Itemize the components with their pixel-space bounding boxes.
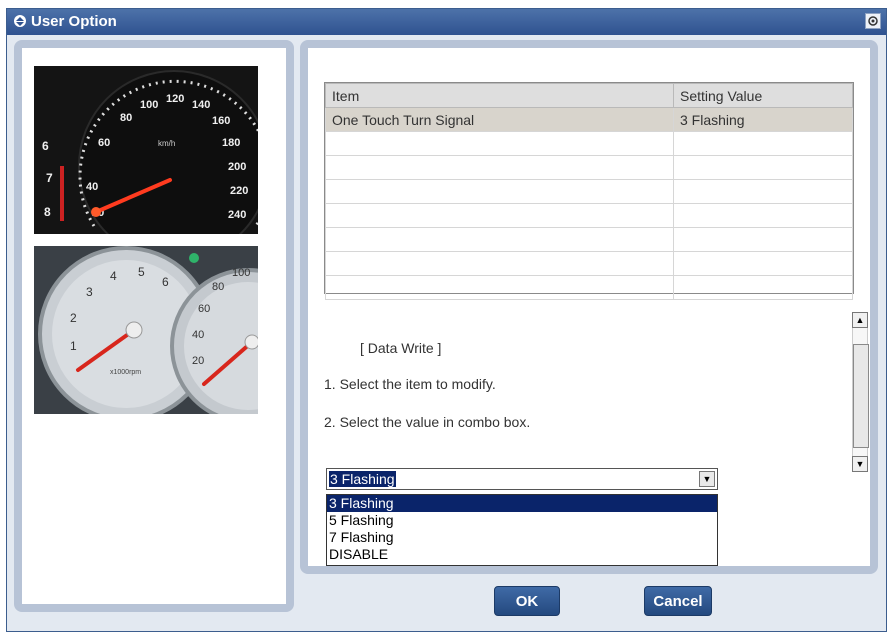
column-header-item[interactable]: Item <box>325 83 674 108</box>
scroll-up-button[interactable]: ▲ <box>852 312 868 328</box>
speedo-tick: 200 <box>228 161 246 173</box>
dropdown-option[interactable]: DISABLE <box>327 546 717 563</box>
table-row[interactable] <box>325 131 853 156</box>
speedo-tick: 160 <box>212 115 230 127</box>
table-cell-value[interactable] <box>673 251 853 276</box>
dropdown-option[interactable]: 5 Flashing <box>327 512 717 529</box>
speedo-tick: 40 <box>86 181 98 193</box>
table-cell-value[interactable] <box>673 155 853 180</box>
arrow-up-icon: ▲ <box>855 315 865 325</box>
tacho2-tick: 1 <box>70 339 77 353</box>
tacho2-tick: 5 <box>138 265 145 279</box>
cancel-button[interactable]: Cancel <box>644 586 712 616</box>
instructions-scrollbar[interactable]: ▲ ▼ <box>852 312 869 472</box>
table-cell-item[interactable] <box>325 251 674 276</box>
scroll-down-button[interactable]: ▼ <box>852 456 868 472</box>
ok-button[interactable]: OK <box>494 586 560 616</box>
tacho-tick: 6 <box>42 139 49 153</box>
tacho-tick: 7 <box>46 171 53 185</box>
combo-dropdown-button[interactable]: ▼ <box>699 471 715 487</box>
speedo2-tick: 60 <box>198 303 210 315</box>
speedo-tick: 80 <box>120 112 132 124</box>
instructions-step-2: 2. Select the value in combo box. <box>324 414 531 430</box>
table-row[interactable]: One Touch Turn Signal 3 Flashing <box>325 107 853 132</box>
table-row[interactable] <box>325 155 853 180</box>
value-combo-box[interactable]: 3 Flashing ▼ <box>326 468 718 490</box>
tacho2-tick: 3 <box>86 285 93 299</box>
tacho2-tick: 2 <box>70 311 77 325</box>
instructions-step-1: 1. Select the item to modify. <box>324 376 496 392</box>
speedo2-tick: 100 <box>232 267 250 279</box>
speedo-tick: 60 <box>98 137 110 149</box>
tacho-tick: 8 <box>44 205 51 219</box>
table-row[interactable] <box>325 179 853 204</box>
speedo-tick: 100 <box>140 99 158 111</box>
tachometer-graphic: 1 2 3 4 5 6 x1000rpm 20 40 60 80 100 <box>38 246 258 414</box>
speedo-tick: 140 <box>192 99 210 111</box>
tacho2-unit: x1000rpm <box>110 369 141 376</box>
table-cell-value[interactable] <box>673 179 853 204</box>
speedometer-image: 20 40 60 80 100 120 140 160 180 200 220 … <box>34 66 258 234</box>
dropdown-option[interactable]: 7 Flashing <box>327 529 717 546</box>
speedo-unit: km/h <box>158 139 175 148</box>
table-cell-value[interactable]: 3 Flashing <box>673 107 853 132</box>
table-cell-value[interactable] <box>673 203 853 228</box>
column-header-setting-value[interactable]: Setting Value <box>673 83 853 108</box>
table-cell-item[interactable] <box>325 203 674 228</box>
scroll-thumb[interactable] <box>853 344 869 448</box>
title-bar[interactable]: User Option <box>7 9 886 35</box>
table-cell-item[interactable] <box>325 155 674 180</box>
table-row[interactable] <box>325 227 853 252</box>
table-cell-value[interactable] <box>673 131 853 156</box>
settings-panel: Item Setting Value One Touch Turn Signal… <box>300 40 878 574</box>
table-cell-item[interactable] <box>325 227 674 252</box>
chevron-down-icon: ▼ <box>702 474 712 484</box>
tachometer-image: 1 2 3 4 5 6 x1000rpm 20 40 60 80 100 <box>34 246 258 414</box>
table-row[interactable] <box>325 275 853 300</box>
arrow-down-icon: ▼ <box>855 459 865 469</box>
instructions-heading: [ Data Write ] <box>360 340 442 356</box>
table-cell-value[interactable] <box>673 227 853 252</box>
speedo2-tick: 80 <box>212 281 224 293</box>
dropdown-option[interactable]: 3 Flashing <box>327 495 717 512</box>
combo-selected-value: 3 Flashing <box>329 471 396 487</box>
speedo-tick: 120 <box>166 93 184 105</box>
speedo-tick: 220 <box>230 185 248 197</box>
table-cell-value[interactable] <box>673 275 853 300</box>
speedo2-tick: 20 <box>192 355 204 367</box>
window-options-button[interactable] <box>865 13 881 29</box>
table-cell-item[interactable] <box>325 131 674 156</box>
speedo-tick: 180 <box>222 137 240 149</box>
speedo-tick: 240 <box>228 209 246 221</box>
settings-icon <box>868 16 878 26</box>
table-row[interactable] <box>325 203 853 228</box>
table-cell-item[interactable] <box>325 275 674 300</box>
table-row[interactable] <box>325 251 853 276</box>
table-header-row: Item Setting Value <box>325 83 853 108</box>
option-table: Item Setting Value One Touch Turn Signal… <box>324 82 854 300</box>
speedo2-tick: 40 <box>192 329 204 341</box>
combo-dropdown-list: 3 Flashing 5 Flashing 7 Flashing DISABLE <box>326 494 718 566</box>
tacho2-tick: 4 <box>110 269 117 283</box>
table-cell-item[interactable]: One Touch Turn Signal <box>325 107 674 132</box>
window-title: User Option <box>31 13 117 30</box>
app-icon <box>14 15 26 27</box>
tacho2-tick: 6 <box>162 275 169 289</box>
speedometer-graphic: 20 40 60 80 100 120 140 160 180 200 220 … <box>42 70 258 234</box>
scroll-track[interactable] <box>852 328 869 456</box>
image-panel: 20 40 60 80 100 120 140 160 180 200 220 … <box>14 40 294 612</box>
table-cell-item[interactable] <box>325 179 674 204</box>
